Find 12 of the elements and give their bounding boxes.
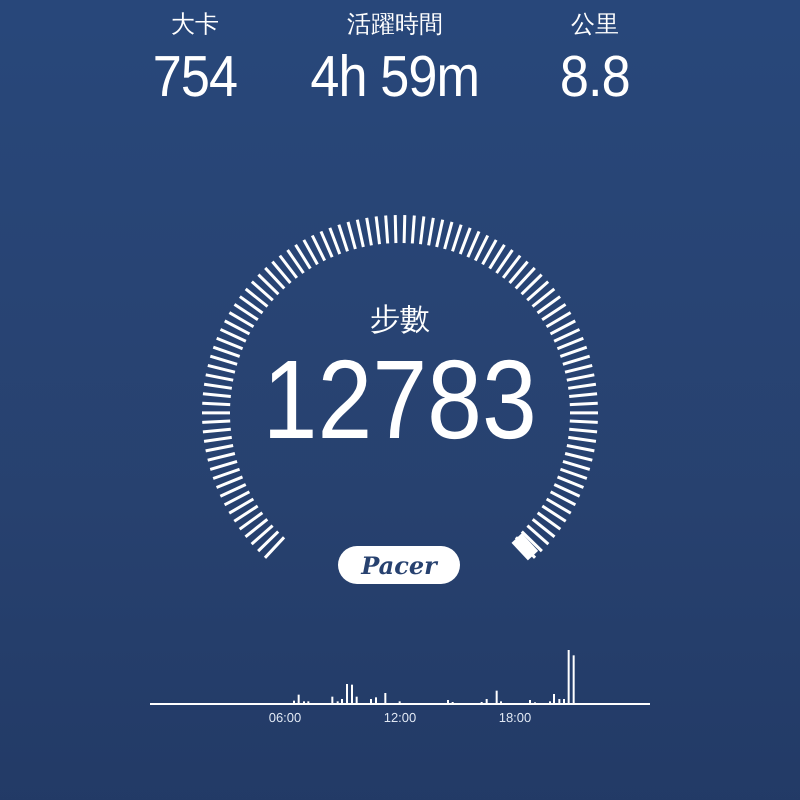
steps-label: 步數 [370, 302, 430, 338]
stat-value: 754 [152, 43, 238, 111]
stat-label: 活躍時間 [347, 10, 443, 40]
logo: Pacer [338, 546, 460, 584]
time-label: 12:00 [384, 710, 416, 725]
time-label: 18:00 [498, 710, 532, 725]
time-label: 06:00 [268, 710, 302, 725]
steps-count: 12783 [262, 340, 538, 460]
stat-value: 8.8 [560, 43, 630, 111]
stat-label: 大卡 [171, 10, 219, 40]
stat-value: 4h 59m [310, 43, 480, 111]
stat-label: 公里 [571, 10, 619, 40]
